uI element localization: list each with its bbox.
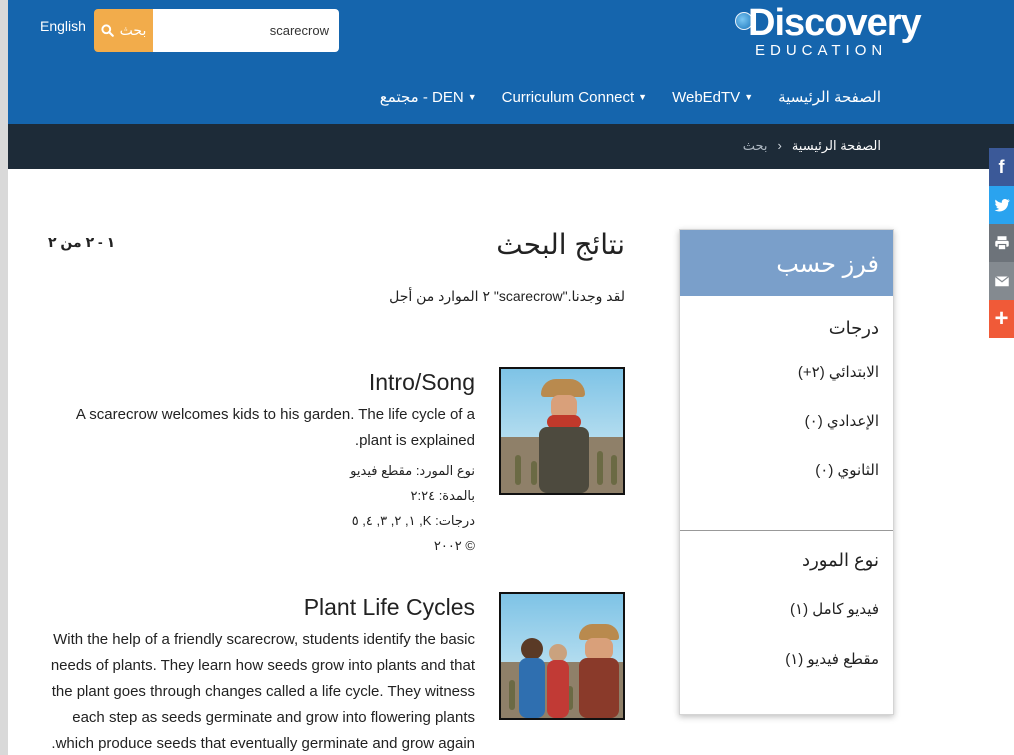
nav-curriculum-label: Curriculum Connect (501, 88, 635, 106)
result-title[interactable]: Intro/Song (45, 369, 475, 396)
facebook-icon: f (998, 156, 1005, 177)
caret-down-icon: ▼ (744, 92, 754, 102)
result-thumbnail[interactable] (499, 592, 625, 720)
filter-item-high[interactable]: الثانوي (٠) (680, 461, 893, 479)
result-body: Intro/Song A scarecrow welcomes kids to … (45, 367, 475, 558)
filter-item-full-video[interactable]: فيديو كامل (١) (790, 600, 893, 618)
result-description: With the help of a friendly scarecrow, s… (50, 631, 475, 752)
result-copyright: © ٢٠٠٢ (433, 538, 475, 553)
caret-down-icon: ▼ (638, 92, 648, 102)
share-bar: f + (989, 148, 1014, 338)
result-meta: نوع المورد: مقطع فيديو بالمدة: ٢:٢٤ درجا… (45, 458, 475, 558)
main-nav: الصفحة الرئيسية WebEdTV ▼ Curriculum Con… (380, 88, 881, 107)
search-button-label: بحث (119, 22, 147, 38)
search-button[interactable]: بحث (94, 9, 153, 52)
plus-icon: + (994, 305, 1009, 332)
breadcrumb-separator: › (777, 138, 782, 153)
breadcrumb-bar: الصفحة الرئيسية › بحث (8, 124, 1014, 169)
discovery-education-logo[interactable]: Discovery EDUCATION (733, 2, 922, 62)
nav-home[interactable]: الصفحة الرئيسية (778, 88, 881, 106)
language-link[interactable]: English (40, 18, 86, 34)
nav-webedtv-label: WebEdTV (672, 88, 741, 106)
site-header: English بحث Discovery EDUCATION الصفحة ا… (8, 0, 1014, 124)
filter-heading: فرز حسب (680, 230, 893, 296)
facebook-share-button[interactable]: f (989, 148, 1014, 186)
email-icon (994, 276, 1009, 287)
filter-item-middle[interactable]: الإعدادي (٠) (680, 412, 893, 430)
search-result: Intro/Song A scarecrow welcomes kids to … (40, 367, 625, 567)
print-button[interactable] (989, 224, 1014, 262)
result-title[interactable]: Plant Life Cycles (45, 594, 475, 621)
result-description: A scarecrow welcomes kids to his garden.… (75, 406, 475, 449)
results-summary: ٢ الموارد من أجل "scarecrow".لقد وجدنا (389, 288, 625, 304)
nav-webedtv[interactable]: WebEdTV ▼ (672, 88, 753, 106)
window-edge (0, 0, 8, 755)
breadcrumb-home[interactable]: الصفحة الرئيسية (792, 138, 881, 154)
search-input[interactable] (153, 9, 339, 52)
results-range: ١ - ٢ من ٢ (48, 234, 116, 250)
more-share-button[interactable]: + (989, 300, 1014, 338)
email-share-button[interactable] (989, 262, 1014, 300)
filter-section-resource-type: نوع المورد (802, 550, 879, 570)
page-title: نتائج البحث (496, 229, 625, 260)
filter-section-grades: درجات (828, 318, 879, 338)
search-result: Plant Life Cycles With the help of a fri… (40, 592, 625, 755)
search-icon (101, 24, 114, 37)
print-icon (994, 236, 1009, 251)
nav-home-label: الصفحة الرئيسية (778, 89, 881, 106)
result-thumbnail[interactable] (499, 367, 625, 495)
caret-down-icon: ▼ (467, 92, 477, 102)
result-grades: درجات: K, ١, ٢, ٣, ٤, ٥ (351, 513, 475, 528)
search-bar: بحث (94, 9, 339, 52)
sort-filter-panel: فرز حسب درجات الابتدائي (٢+) الإعدادي (٠… (679, 229, 894, 715)
filter-item-elementary[interactable]: الابتدائي (٢+) (680, 363, 893, 381)
nav-curriculum-connect[interactable]: Curriculum Connect ▼ (502, 88, 647, 106)
twitter-share-button[interactable] (989, 186, 1014, 224)
result-body: Plant Life Cycles With the help of a fri… (45, 592, 475, 755)
logo-subtitle: EDUCATION (755, 42, 888, 59)
result-duration: بالمدة: ٢:٢٤ (410, 488, 475, 503)
breadcrumb-current: بحث (742, 138, 768, 153)
filter-item-video-clip[interactable]: مقطع فيديو (١) (785, 650, 893, 668)
result-resource-type: نوع المورد: مقطع فيديو (350, 463, 475, 478)
logo-wordmark: Discovery (748, 2, 922, 44)
twitter-icon (994, 198, 1010, 212)
nav-den-community[interactable]: مجتمع - DEN ▼ (380, 88, 477, 106)
nav-den-label: مجتمع - DEN (379, 89, 464, 106)
filter-divider (680, 530, 893, 531)
breadcrumb: الصفحة الرئيسية › بحث (743, 138, 881, 154)
